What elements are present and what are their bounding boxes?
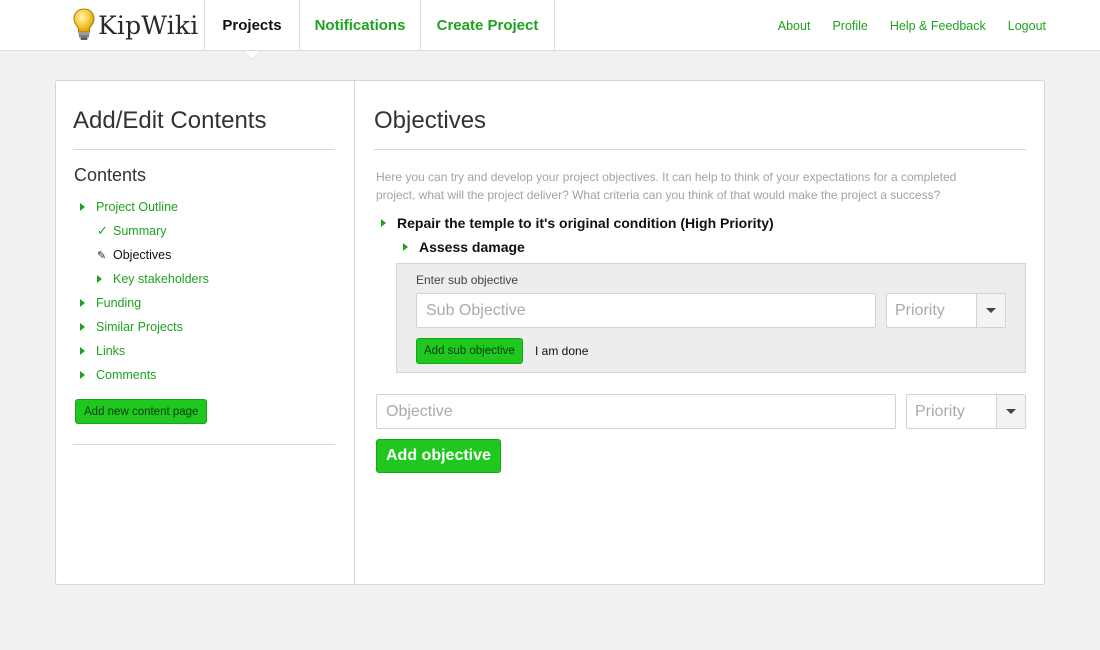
sidebar-item-label: Similar Projects [96, 320, 183, 334]
sub-objective-priority-select[interactable]: Priority [886, 293, 1006, 328]
contents-list: Project Outline ✓ Summary ✎ Objectives K… [56, 195, 355, 387]
sidebar-title: Add/Edit Contents [73, 107, 267, 134]
priority-select-value: Priority [895, 301, 945, 319]
top-bar: KipWiki Projects Notifications Create Pr… [0, 0, 1100, 60]
page-title: Objectives [374, 107, 487, 134]
sidebar-item-label: Funding [96, 296, 142, 310]
help-feedback-link[interactable]: Help & Feedback [890, 19, 986, 33]
triangle-right-icon [80, 203, 96, 211]
about-link[interactable]: About [778, 19, 811, 33]
objective-input[interactable]: Objective [376, 394, 896, 429]
divider [73, 444, 335, 445]
sidebar-item-label: Key stakeholders [113, 272, 209, 286]
main-content: Objectives Here you can try and develop … [356, 81, 1044, 584]
contents-heading: Contents [74, 165, 147, 185]
divider [374, 149, 1026, 150]
intro-line-1: Here you can try and develop your projec… [376, 170, 957, 184]
profile-link[interactable]: Profile [832, 19, 867, 33]
triangle-right-icon [80, 347, 96, 355]
sidebar-item-project-outline[interactable]: Project Outline [56, 195, 355, 219]
sidebar-item-key-stakeholders[interactable]: Key stakeholders [56, 267, 355, 291]
tab-create-project[interactable]: Create Project [420, 0, 555, 51]
tab-projects[interactable]: Projects [204, 0, 299, 60]
sidebar-item-label: Links [96, 344, 126, 358]
chevron-down-icon [996, 395, 1025, 428]
sidebar-item-funding[interactable]: Funding [56, 291, 355, 315]
sidebar-item-label: Comments [96, 368, 157, 382]
sidebar-item-similar-projects[interactable]: Similar Projects [56, 315, 355, 339]
triangle-right-icon [381, 219, 386, 227]
sidebar-item-label: Project Outline [96, 200, 178, 214]
divider [73, 149, 335, 150]
chevron-down-icon [976, 294, 1005, 327]
logo[interactable]: KipWiki [72, 6, 198, 44]
i-am-done-link[interactable]: I am done [535, 344, 588, 358]
sub-objective-label: Assess damage [419, 239, 525, 255]
sidebar-item-objectives[interactable]: ✎ Objectives [56, 243, 355, 267]
logout-link[interactable]: Logout [1008, 19, 1046, 33]
triangle-right-icon [80, 299, 96, 307]
sidebar-item-label: Summary [113, 224, 167, 238]
tab-notifications[interactable]: Notifications [299, 0, 420, 51]
add-objective-button[interactable]: Add objective [376, 439, 501, 473]
objective-label: Repair the temple to it's original condi… [397, 215, 774, 231]
check-icon: ✓ [97, 223, 108, 238]
objective-item[interactable]: Repair the temple to it's original condi… [381, 215, 774, 231]
intro-line-2: project, what will the project deliver? … [376, 188, 941, 202]
sub-objective-form: Enter sub objective Sub Objective Priori… [396, 263, 1026, 373]
sidebar-item-summary[interactable]: ✓ Summary [56, 219, 355, 243]
intro-text: Here you can try and develop your projec… [376, 168, 976, 204]
triangle-right-icon [97, 275, 113, 283]
triangle-right-icon [80, 323, 96, 331]
sub-objective-form-label: Enter sub objective [416, 273, 519, 287]
sidebar-item-links[interactable]: Links [56, 339, 355, 363]
logo-text: KipWiki [98, 10, 199, 40]
add-sub-objective-button[interactable]: Add sub objective [416, 338, 523, 364]
top-links: About Profile Help & Feedback Logout [756, 0, 1046, 51]
sidebar-item-label: Objectives [113, 248, 172, 262]
priority-select-value: Priority [915, 402, 965, 420]
triangle-right-icon [80, 371, 96, 379]
pencil-icon: ✎ [97, 249, 107, 262]
lightbulb-icon [73, 8, 95, 40]
content-panel: Add/Edit Contents Contents Project Outli… [55, 80, 1045, 585]
add-content-page-button[interactable]: Add new content page [75, 399, 208, 424]
sidebar-item-comments[interactable]: Comments [56, 363, 355, 387]
sidebar: Add/Edit Contents Contents Project Outli… [56, 81, 355, 584]
triangle-right-icon [403, 243, 408, 251]
main-nav: Projects Notifications Create Project [204, 0, 555, 60]
objective-priority-select[interactable]: Priority [906, 394, 1026, 429]
sub-objective-input[interactable]: Sub Objective [416, 293, 876, 328]
sub-objective-item[interactable]: Assess damage [403, 239, 525, 255]
